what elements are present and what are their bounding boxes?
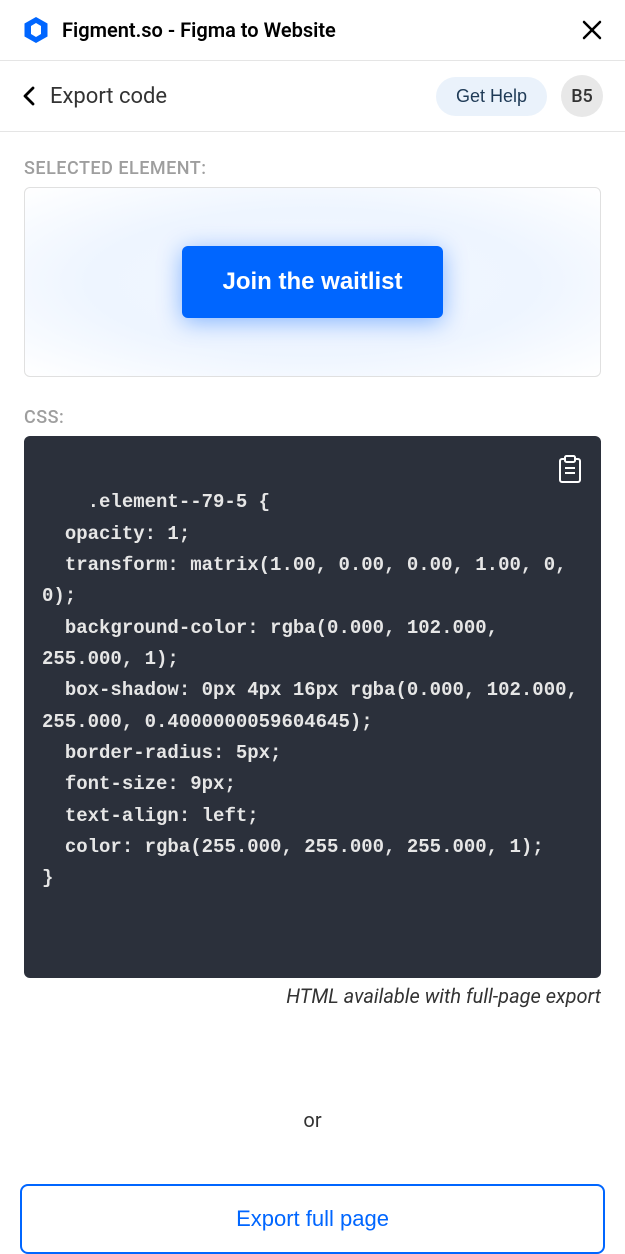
subheader-left: Export code (22, 84, 167, 109)
export-full-page-button[interactable]: Export full page (20, 1184, 605, 1254)
element-preview: Join the waitlist (24, 187, 601, 377)
selected-element-label: SELECTED ELEMENT: (24, 158, 601, 179)
plugin-subheader: Export code Get Help B5 (0, 61, 625, 132)
get-help-button[interactable]: Get Help (436, 77, 547, 116)
close-icon[interactable] (581, 19, 603, 41)
or-divider: or (24, 1108, 601, 1132)
avatar[interactable]: B5 (561, 75, 603, 117)
css-code-text: .element--79-5 { opacity: 1; transform: … (42, 491, 589, 889)
plugin-header: Figment.so - Figma to Website (0, 0, 625, 61)
css-code-block: .element--79-5 { opacity: 1; transform: … (24, 436, 601, 978)
waitlist-button[interactable]: Join the waitlist (182, 246, 442, 318)
content: SELECTED ELEMENT: Join the waitlist CSS:… (0, 132, 625, 1184)
subheader-right: Get Help B5 (436, 75, 603, 117)
clipboard-icon[interactable] (557, 454, 583, 484)
header-left: Figment.so - Figma to Website (22, 16, 336, 44)
app-icon (22, 16, 50, 44)
back-icon[interactable] (22, 85, 36, 107)
code-note: HTML available with full-page export (24, 984, 601, 1008)
app-title: Figment.so - Figma to Website (62, 18, 336, 42)
page-title: Export code (50, 84, 167, 109)
css-label: CSS: (24, 407, 601, 428)
